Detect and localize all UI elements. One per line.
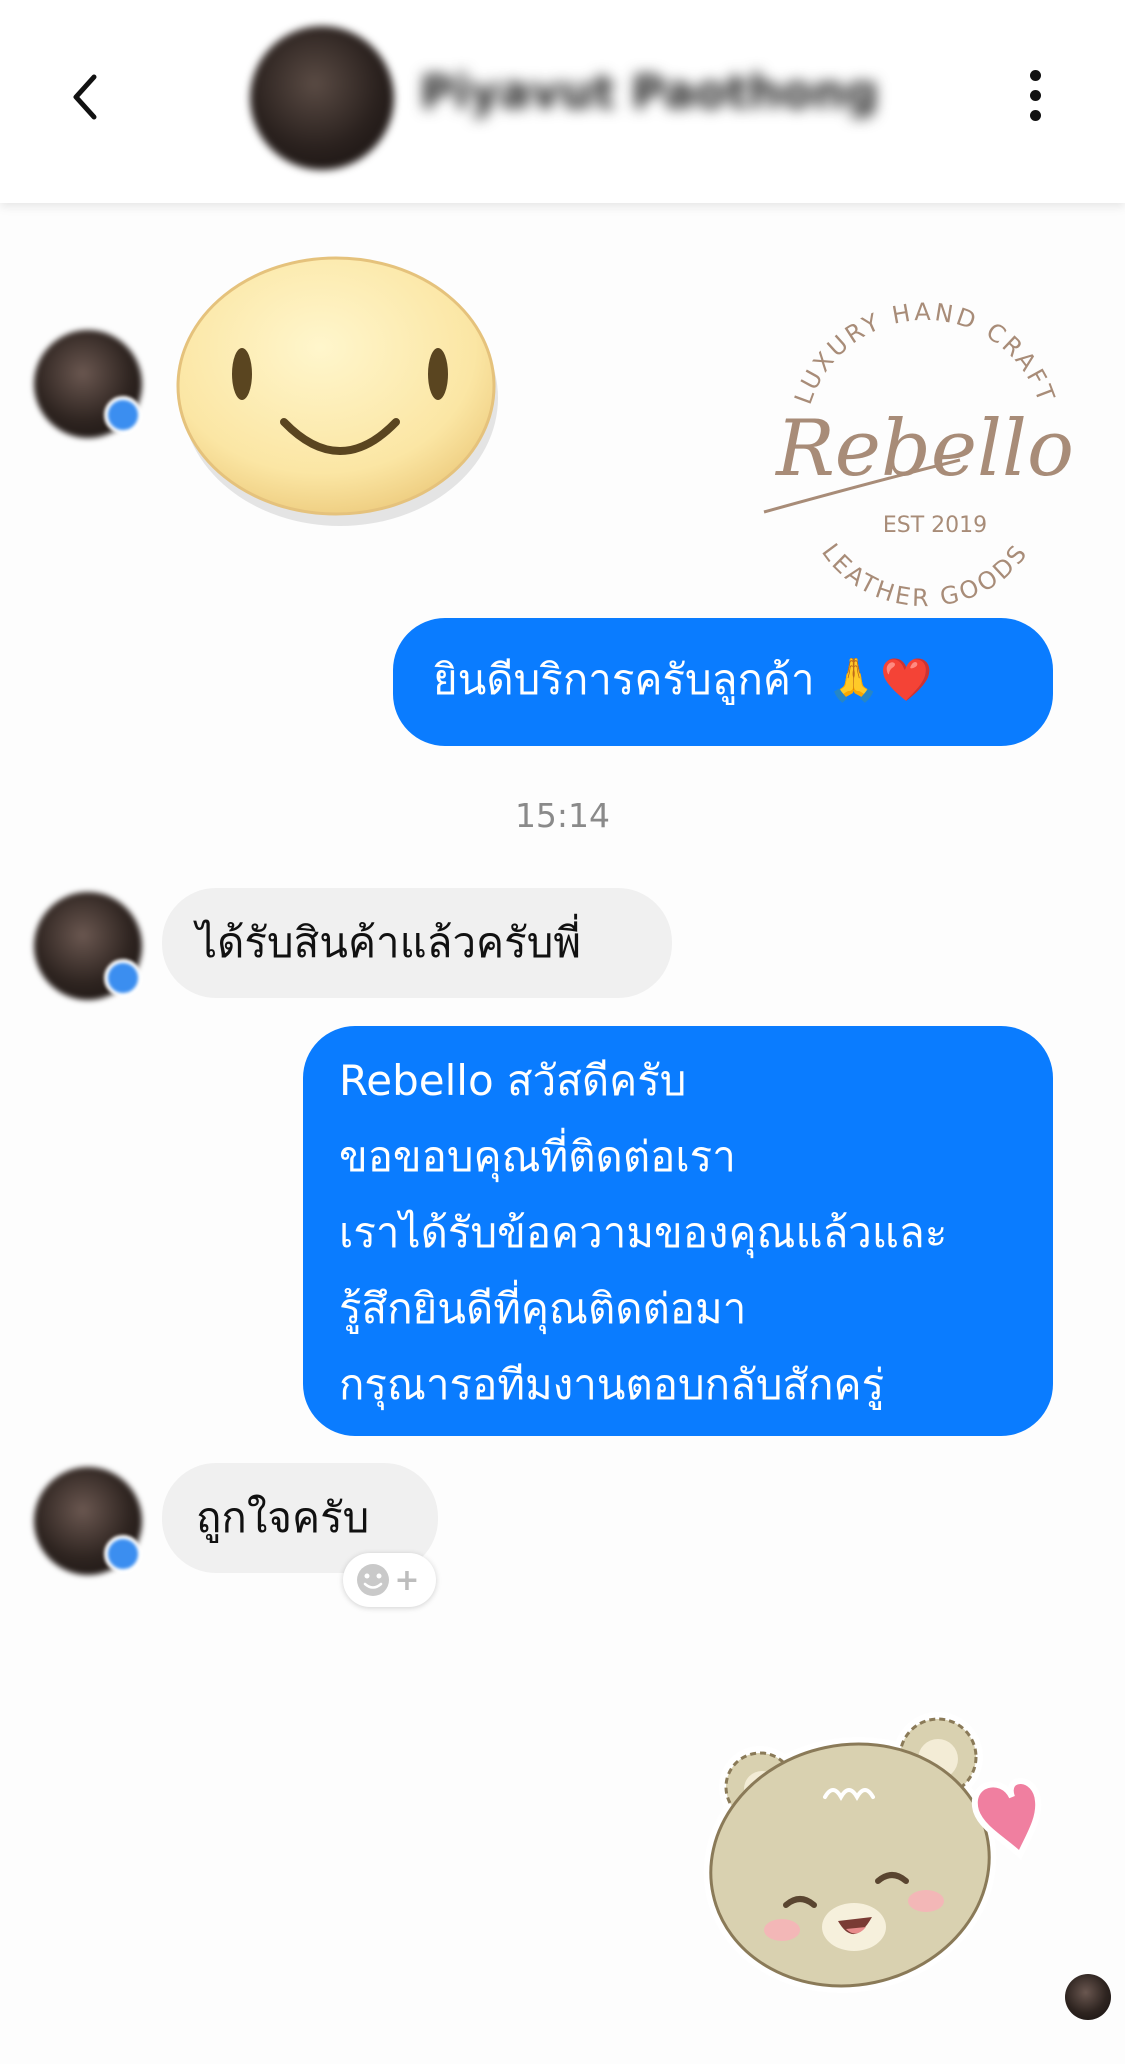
contact-avatar[interactable] xyxy=(250,26,394,170)
svg-text:LUXURY HAND CRAFT: LUXURY HAND CRAFT xyxy=(789,300,1061,408)
message-line: Rebello สวัสดีครับ xyxy=(339,1056,687,1105)
contact-name[interactable]: Piyavut Paothong xyxy=(420,65,878,119)
add-reaction-button[interactable]: + xyxy=(343,1553,436,1607)
more-options-button[interactable] xyxy=(1020,70,1050,122)
smiling-face-sticker[interactable] xyxy=(168,236,508,536)
messenger-badge xyxy=(104,396,142,434)
outgoing-message[interactable]: ยินดีบริการครับลูกค้า 🙏❤️ xyxy=(393,618,1053,746)
message-line: ขอขอบคุณที่ติดต่อเรา xyxy=(339,1132,736,1181)
incoming-message[interactable]: ได้รับสินค้าแล้วครับพี่ xyxy=(162,888,672,998)
logo-bottom-text: LEATHER GOODS xyxy=(816,538,1031,612)
more-vertical-icon xyxy=(1029,70,1041,81)
logo-est: EST 2019 xyxy=(883,513,987,538)
chevron-left-icon xyxy=(73,74,97,120)
svg-text:+: + xyxy=(394,1563,419,1598)
rebello-logo-watermark: LUXURY HAND CRAFT Rebello EST 2019 LEATH… xyxy=(763,300,1074,612)
message-text: ได้รับสินค้าแล้วครับพี่ xyxy=(196,918,582,967)
logo-brand: Rebello xyxy=(774,404,1074,494)
timestamp: 15:14 xyxy=(514,796,611,835)
outgoing-message[interactable]: Rebello สวัสดีครับ ขอขอบคุณที่ติดต่อเรา … xyxy=(303,1026,1053,1436)
message-line: รู้สึกยินดีที่คุณติดต่อมา xyxy=(339,1284,747,1333)
svg-text:LEATHER GOODS: LEATHER GOODS xyxy=(816,538,1034,612)
add-reaction-icon: + xyxy=(357,1563,420,1598)
messenger-badge xyxy=(104,1535,142,1573)
logo-top-text: LUXURY HAND CRAFT xyxy=(789,300,1058,408)
message-text: ถูกใจครับ xyxy=(196,1493,370,1542)
message-line: กรุณารอทีมงานตอบกลับสักครู่ xyxy=(339,1360,885,1409)
chat-header: Piyavut Paothong xyxy=(0,0,1125,203)
message-line: เราได้รับข้อความของคุณแล้วและ xyxy=(339,1208,948,1257)
back-button[interactable] xyxy=(58,65,118,125)
seen-receipt-avatar xyxy=(1065,1974,1111,2020)
bear-heart-sticker[interactable] xyxy=(690,1705,1070,2005)
message-text: ยินดีบริการครับลูกค้า 🙏❤️ xyxy=(433,655,933,704)
messenger-badge xyxy=(104,959,142,997)
